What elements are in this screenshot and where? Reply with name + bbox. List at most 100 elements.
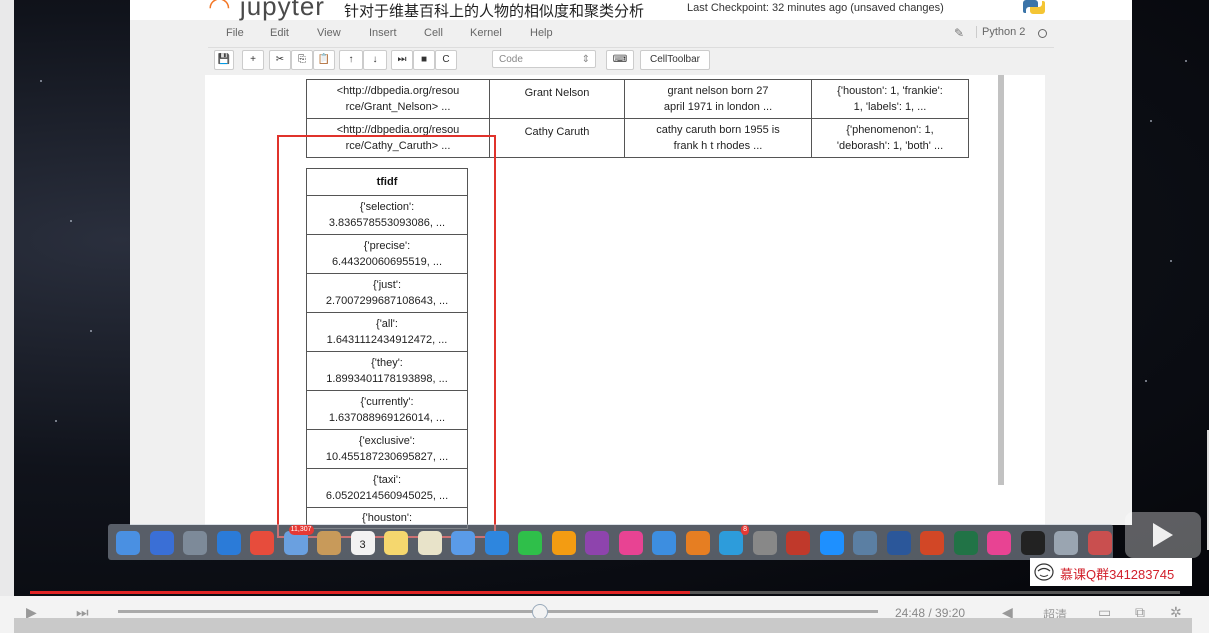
dock-app-icon[interactable]	[853, 531, 877, 555]
python-logo-icon	[1023, 0, 1045, 14]
paste-button[interactable]: 📋	[313, 50, 335, 70]
star	[90, 330, 92, 332]
menu-edit[interactable]: Edit	[270, 27, 289, 39]
play-icon	[1153, 523, 1173, 547]
run-button[interactable]: ⏭	[391, 50, 413, 70]
dock-app-icon[interactable]: 3	[350, 531, 375, 555]
menu-file[interactable]: File	[226, 27, 244, 39]
checkpoint-status: Last Checkpoint: 32 minutes ago (unsaved…	[687, 2, 944, 14]
left-edge	[0, 0, 14, 600]
keyboard-shortcuts-button[interactable]: ⌨	[606, 50, 634, 70]
dock-app-icon[interactable]	[1087, 531, 1112, 555]
dock-app-icon[interactable]	[551, 531, 576, 555]
dock-app-icon[interactable]	[585, 531, 609, 555]
video-progress[interactable]	[30, 591, 1180, 594]
dock-app-icon[interactable]	[685, 531, 710, 555]
dock-app-icon[interactable]	[920, 531, 944, 555]
wc-line: {'houston': 1, 'frankie':	[837, 85, 943, 97]
jupyter-logo-icon: ◠	[208, 0, 240, 21]
star	[40, 80, 42, 82]
dock-app-icon[interactable]	[484, 531, 509, 555]
dock-app-icon[interactable]: 11,307	[283, 525, 314, 555]
jupyter-logo-text: jupyter	[239, 0, 325, 21]
insert-cell-button[interactable]: +	[242, 50, 264, 70]
menu-view[interactable]: View	[317, 27, 341, 39]
wc-line: 'deborash': 1, 'both' ...	[836, 140, 944, 152]
text-cell: cathy caruth born 1955 is frank h t rhode…	[624, 118, 812, 158]
uri-cell: <http://dbpedia.org/resou rce/Grant_Nelso…	[306, 79, 490, 119]
edit-pencil-icon[interactable]: ✎	[954, 26, 964, 40]
star	[1185, 60, 1187, 62]
dock-app-icon[interactable]	[384, 531, 408, 555]
jupyter-header: ◠ jupyter 针对于维基百科上的人物的相似度和聚类分析 Last Chec…	[130, 0, 1132, 22]
dock-badge: 11,307	[288, 525, 314, 535]
highlight-box	[277, 135, 496, 538]
move-down-button[interactable]: ↓	[363, 50, 387, 70]
cut-button[interactable]: ✂	[269, 50, 291, 70]
play-overlay-button[interactable]	[1125, 512, 1201, 558]
text-line: cathy caruth born 1955 is	[656, 124, 780, 136]
dock-app-icon[interactable]	[451, 531, 475, 555]
uri-line: rce/Grant_Nelson> ...	[345, 101, 451, 113]
word-count-cell: {'phenomenon': 1, 'deborash': 1, 'both' .…	[811, 118, 969, 158]
kernel-indicator[interactable]: Python 2	[976, 26, 1025, 38]
dock-app-icon[interactable]	[752, 531, 777, 555]
video-progress-fill	[30, 591, 691, 594]
star	[70, 220, 72, 222]
dock-app-icon[interactable]	[1054, 531, 1078, 555]
menu-kernel[interactable]: Kernel	[470, 27, 502, 39]
dock-app-icon[interactable]	[886, 531, 911, 555]
text-line: grant nelson born 27	[667, 85, 769, 97]
dock-app-icon[interactable]	[250, 531, 274, 555]
name-cell: Cathy Caruth	[489, 118, 625, 158]
table-row: <http://dbpedia.org/resou rce/Grant_Nelso…	[306, 79, 969, 119]
text-line: frank h t rhodes ...	[673, 140, 763, 152]
dock-app-icon[interactable]	[618, 531, 643, 555]
dock-app-icon[interactable]	[149, 531, 174, 555]
jupyter-logo[interactable]: ◠ jupyter	[208, 0, 325, 22]
restart-button[interactable]: C	[435, 50, 457, 70]
dock-app-icon[interactable]	[819, 531, 844, 555]
interrupt-button[interactable]: ■	[413, 50, 435, 70]
menu-help[interactable]: Help	[530, 27, 553, 39]
star	[1170, 260, 1172, 262]
watermark: 慕课Q群341283745	[1030, 558, 1192, 586]
kernel-idle-icon	[1038, 29, 1047, 38]
notebook-scrollbar[interactable]	[998, 75, 1004, 485]
uri-line: <http://dbpedia.org/resou	[336, 85, 460, 97]
name-cell: Grant Nelson	[489, 79, 625, 119]
bottom-bar	[14, 618, 1192, 633]
copy-button[interactable]: ⎘	[291, 50, 313, 70]
wc-line: 1, 'labels': 1, ...	[853, 101, 927, 113]
dock-badge: 8	[741, 525, 749, 535]
menu-insert[interactable]: Insert	[369, 27, 397, 39]
seek-bar[interactable]	[118, 610, 878, 613]
word-count-cell: {'houston': 1, 'frankie': 1, 'labels': 1,…	[811, 79, 969, 119]
text-line: april 1971 in london ...	[663, 101, 773, 113]
dock-app-icon[interactable]	[216, 531, 241, 555]
cell-type-select[interactable]: Code ⇕	[492, 50, 596, 68]
dock-app-icon[interactable]	[1020, 531, 1045, 555]
dock-app-icon[interactable]	[953, 531, 978, 555]
celltoolbar-button[interactable]: CellToolbar	[640, 50, 710, 70]
dock-app-icon[interactable]	[652, 531, 676, 555]
dock-app-icon[interactable]	[518, 531, 542, 555]
dock-app-icon[interactable]: 8	[719, 525, 749, 555]
wc-line: {'phenomenon': 1,	[846, 124, 934, 136]
dock-app-icon[interactable]	[116, 531, 140, 555]
dock-app-icon[interactable]	[183, 531, 207, 555]
text-cell: grant nelson born 27 april 1971 in london…	[624, 79, 812, 119]
notebook-title[interactable]: 针对于维基百科上的人物的相似度和聚类分析	[344, 0, 644, 21]
menu-cell[interactable]: Cell	[424, 27, 443, 39]
star	[1145, 380, 1147, 382]
watermark-text: 慕课Q群341283745	[1060, 567, 1175, 582]
dock-app-icon[interactable]	[786, 531, 810, 555]
move-up-button[interactable]: ↑	[339, 50, 363, 70]
dock-app-icon[interactable]	[987, 531, 1011, 555]
qq-penguin-icon	[1034, 563, 1054, 581]
macos-dock: 11,307 3 8	[108, 524, 1113, 560]
star	[55, 420, 57, 422]
dock-app-icon[interactable]	[417, 531, 442, 555]
save-button[interactable]: 💾	[214, 50, 234, 70]
dock-app-icon[interactable]	[317, 531, 341, 555]
